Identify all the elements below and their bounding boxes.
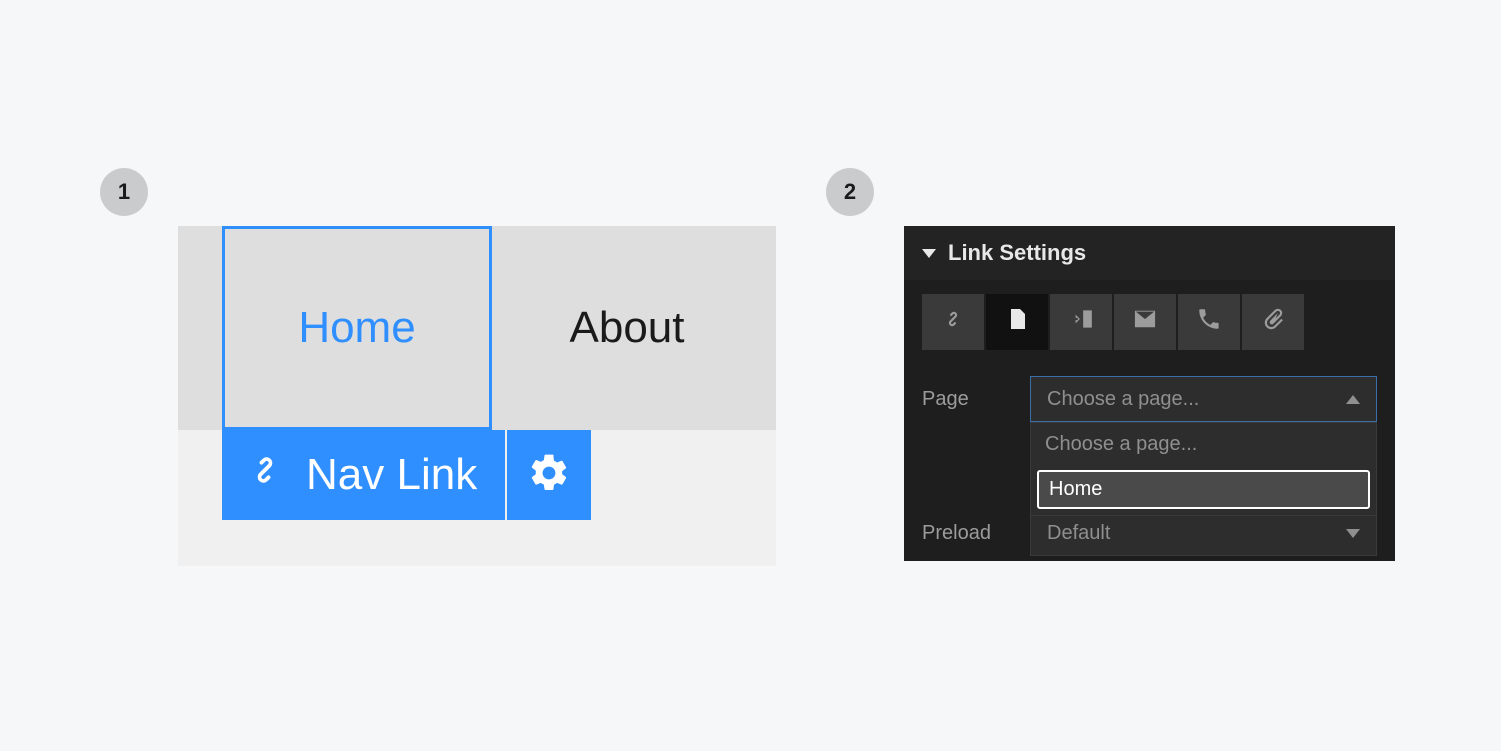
- link-icon: [940, 306, 966, 338]
- link-type-email[interactable]: [1114, 294, 1176, 350]
- nav-item-home-label: Home: [298, 303, 415, 353]
- phone-icon: [1196, 306, 1222, 338]
- attachment-icon: [1260, 306, 1286, 338]
- link-type-page[interactable]: [986, 294, 1048, 350]
- link-type-url[interactable]: [922, 294, 984, 350]
- page-label: Page: [922, 388, 1030, 411]
- page-option-home-label: Home: [1049, 478, 1102, 500]
- page-icon: [1005, 305, 1029, 339]
- step-badge-2: 2: [826, 168, 874, 216]
- link-icon: [242, 447, 288, 504]
- page-select[interactable]: Choose a page...: [1030, 376, 1377, 422]
- chevron-up-icon: [1346, 395, 1360, 404]
- link-type-phone[interactable]: [1178, 294, 1240, 350]
- element-tag-label-area[interactable]: Nav Link: [222, 430, 505, 520]
- page-row: Page Choose a page... Choose a page... H…: [904, 370, 1395, 428]
- nav-item-about[interactable]: About: [492, 226, 762, 430]
- link-settings-title: Link Settings: [948, 240, 1086, 266]
- section-icon: [1066, 306, 1096, 338]
- link-settings-panel: Link Settings: [904, 226, 1395, 561]
- element-tag: Nav Link: [222, 430, 591, 520]
- link-type-file[interactable]: [1242, 294, 1304, 350]
- page-option-placeholder[interactable]: Choose a page...: [1031, 423, 1376, 466]
- element-tag-text: Nav Link: [306, 450, 477, 500]
- gear-icon: [527, 451, 571, 500]
- page-option-home[interactable]: Home: [1037, 470, 1370, 509]
- step-number-2: 2: [844, 179, 856, 205]
- preload-select[interactable]: Default: [1030, 510, 1377, 556]
- link-type-section[interactable]: [1050, 294, 1112, 350]
- nav-item-home[interactable]: Home: [222, 226, 492, 430]
- element-settings-button[interactable]: [507, 430, 591, 520]
- page-option-placeholder-label: Choose a page...: [1045, 433, 1197, 455]
- step-badge-1: 1: [100, 168, 148, 216]
- canvas-preview: Home About Nav Link: [178, 226, 776, 566]
- page-dropdown: Choose a page... Home: [1030, 422, 1377, 516]
- link-settings-header[interactable]: Link Settings: [904, 226, 1395, 280]
- link-type-tabs: [904, 280, 1395, 370]
- preload-select-value: Default: [1047, 522, 1110, 545]
- email-icon: [1131, 308, 1159, 336]
- preload-label: Preload: [922, 522, 1030, 545]
- collapse-icon: [922, 249, 936, 258]
- nav-item-about-label: About: [570, 303, 685, 353]
- nav-bar: Home About: [222, 226, 762, 430]
- step-number-1: 1: [118, 179, 130, 205]
- page-select-value: Choose a page...: [1047, 388, 1199, 411]
- chevron-down-icon: [1346, 529, 1360, 538]
